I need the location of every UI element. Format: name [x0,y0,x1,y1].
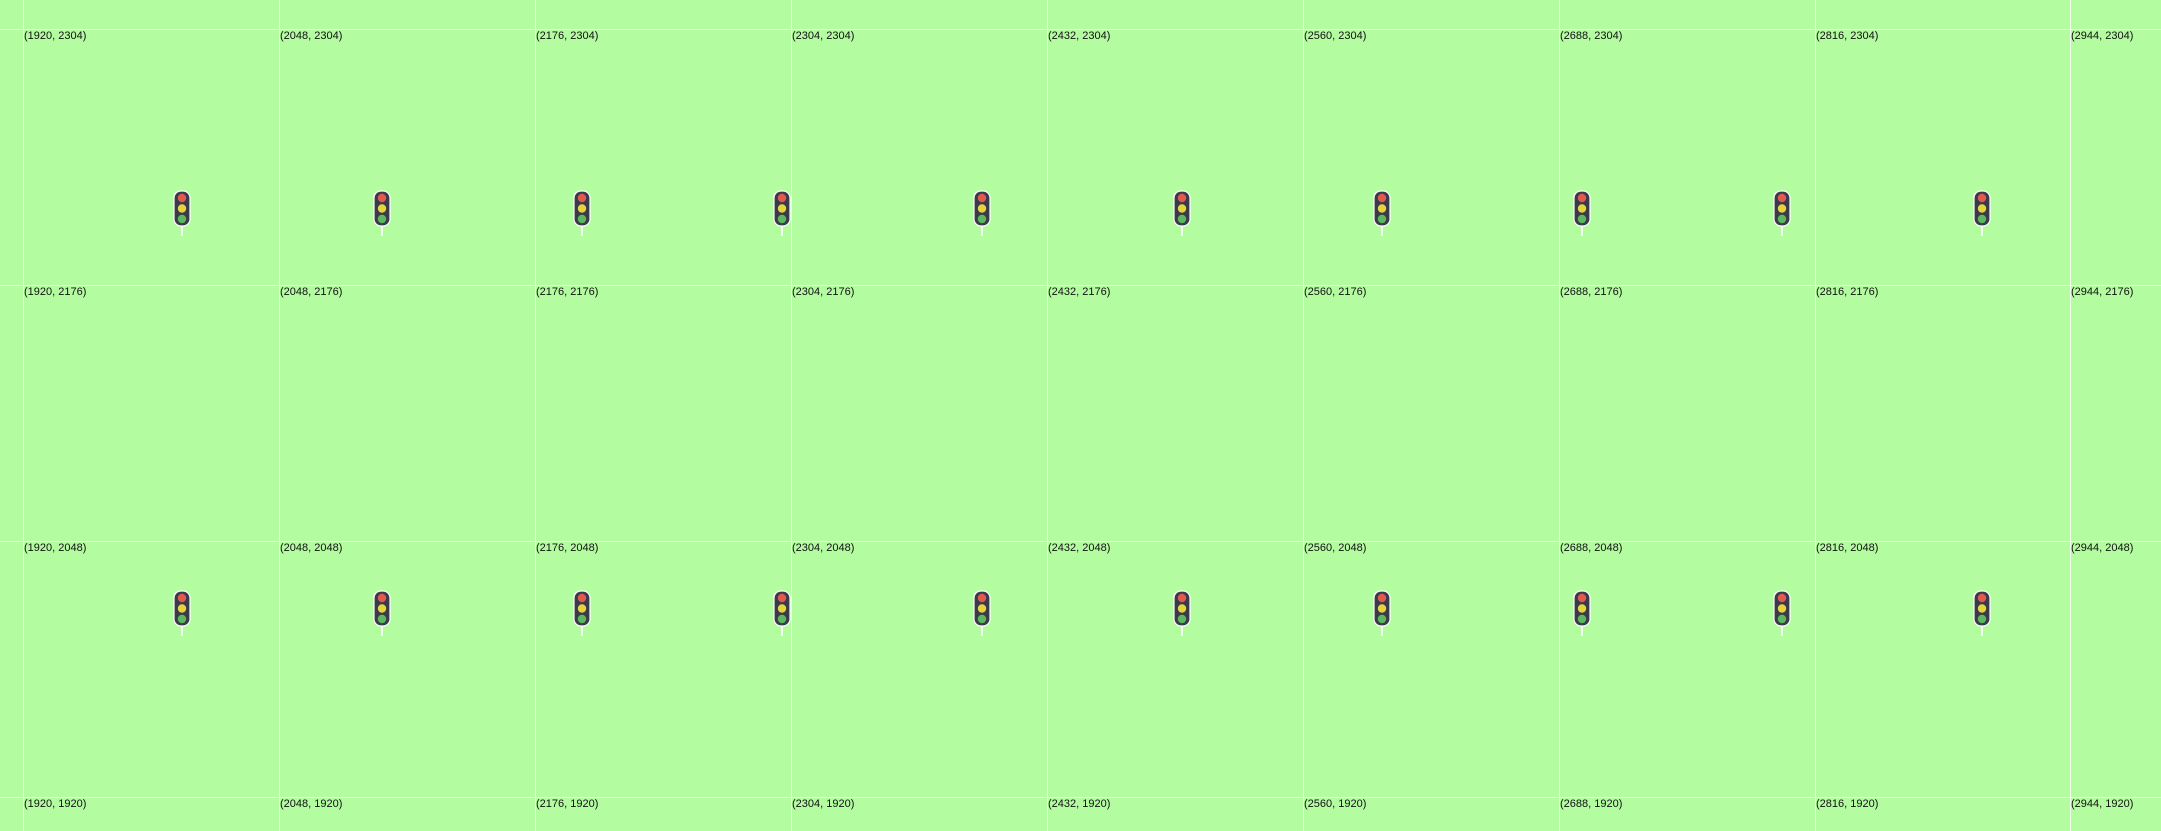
tile-coordinate-label: (2304, 2176) [792,286,855,298]
traffic-light-icon[interactable] [1973,590,1991,638]
traffic-light-icon[interactable] [1773,190,1791,238]
tile-coordinate-label: (2816, 2176) [1816,286,1879,298]
grid-line-vertical [535,0,536,831]
tile-coordinate-label: (1920, 1920) [24,798,87,810]
tile-coordinate-label: (2176, 1920) [536,798,599,810]
traffic-light-icon[interactable] [373,590,391,638]
traffic-light-icon[interactable] [573,190,591,238]
traffic-light-icon[interactable] [1173,590,1191,638]
tile-coordinate-label: (2944, 2304) [2071,30,2134,42]
tile-coordinate-label: (2432, 2048) [1048,542,1111,554]
traffic-light-icon[interactable] [1573,190,1591,238]
tile-coordinate-label: (2944, 2048) [2071,542,2134,554]
tile-coordinate-label: (2304, 2304) [792,30,855,42]
tile-coordinate-label: (2688, 1920) [1560,798,1623,810]
tile-coordinate-label: (2944, 1920) [2071,798,2134,810]
grid-line-vertical [1047,0,1048,831]
tile-coordinate-label: (2816, 1920) [1816,798,1879,810]
tile-coordinate-label: (2432, 2176) [1048,286,1111,298]
tile-coordinate-label: (2688, 2048) [1560,542,1623,554]
grid-line-vertical [791,0,792,831]
grid-line-vertical [279,0,280,831]
traffic-light-icon[interactable] [1573,590,1591,638]
tile-coordinate-label: (2944, 2176) [2071,286,2134,298]
map-canvas[interactable]: (1920, 2304) (2048, 2304) (2176, 2304) (230… [0,0,2161,831]
traffic-light-icon[interactable] [973,590,991,638]
traffic-light-icon[interactable] [1773,590,1791,638]
tile-coordinate-label: (2560, 2176) [1304,286,1367,298]
tile-coordinate-label: (2816, 2304) [1816,30,1879,42]
tile-coordinate-label: (2048, 2048) [280,542,343,554]
grid-line-vertical [1815,0,1816,831]
traffic-light-icon[interactable] [573,590,591,638]
tile-coordinate-label: (2048, 2176) [280,286,343,298]
grid-line-vertical [1559,0,1560,831]
traffic-light-icon[interactable] [773,190,791,238]
tile-coordinate-label: (2176, 2048) [536,542,599,554]
tile-coordinate-label: (2560, 2304) [1304,30,1367,42]
tile-coordinate-label: (2688, 2176) [1560,286,1623,298]
tile-coordinate-label: (2048, 2304) [280,30,343,42]
traffic-light-icon[interactable] [973,190,991,238]
traffic-light-icon[interactable] [773,590,791,638]
tile-coordinate-label: (2432, 1920) [1048,798,1111,810]
traffic-light-icon[interactable] [1373,190,1391,238]
tile-coordinate-label: (1920, 2048) [24,542,87,554]
grid-line-vertical [23,0,24,831]
traffic-light-icon[interactable] [1973,190,1991,238]
tile-coordinate-label: (2304, 1920) [792,798,855,810]
tile-coordinate-label: (2048, 1920) [280,798,343,810]
traffic-light-icon[interactable] [1373,590,1391,638]
tile-coordinate-label: (2176, 2304) [536,30,599,42]
traffic-light-icon[interactable] [373,190,391,238]
tile-coordinate-label: (2432, 2304) [1048,30,1111,42]
tile-coordinate-label: (2560, 1920) [1304,798,1367,810]
grid-line-vertical [2070,0,2071,831]
traffic-light-icon[interactable] [173,590,191,638]
tile-coordinate-label: (1920, 2304) [24,30,87,42]
tile-coordinate-label: (2176, 2176) [536,286,599,298]
grid-line-vertical [1303,0,1304,831]
traffic-light-icon[interactable] [173,190,191,238]
tile-coordinate-label: (2560, 2048) [1304,542,1367,554]
traffic-light-icon[interactable] [1173,190,1191,238]
tile-coordinate-label: (1920, 2176) [24,286,87,298]
tile-coordinate-label: (2304, 2048) [792,542,855,554]
tile-coordinate-label: (2688, 2304) [1560,30,1623,42]
tile-coordinate-label: (2816, 2048) [1816,542,1879,554]
